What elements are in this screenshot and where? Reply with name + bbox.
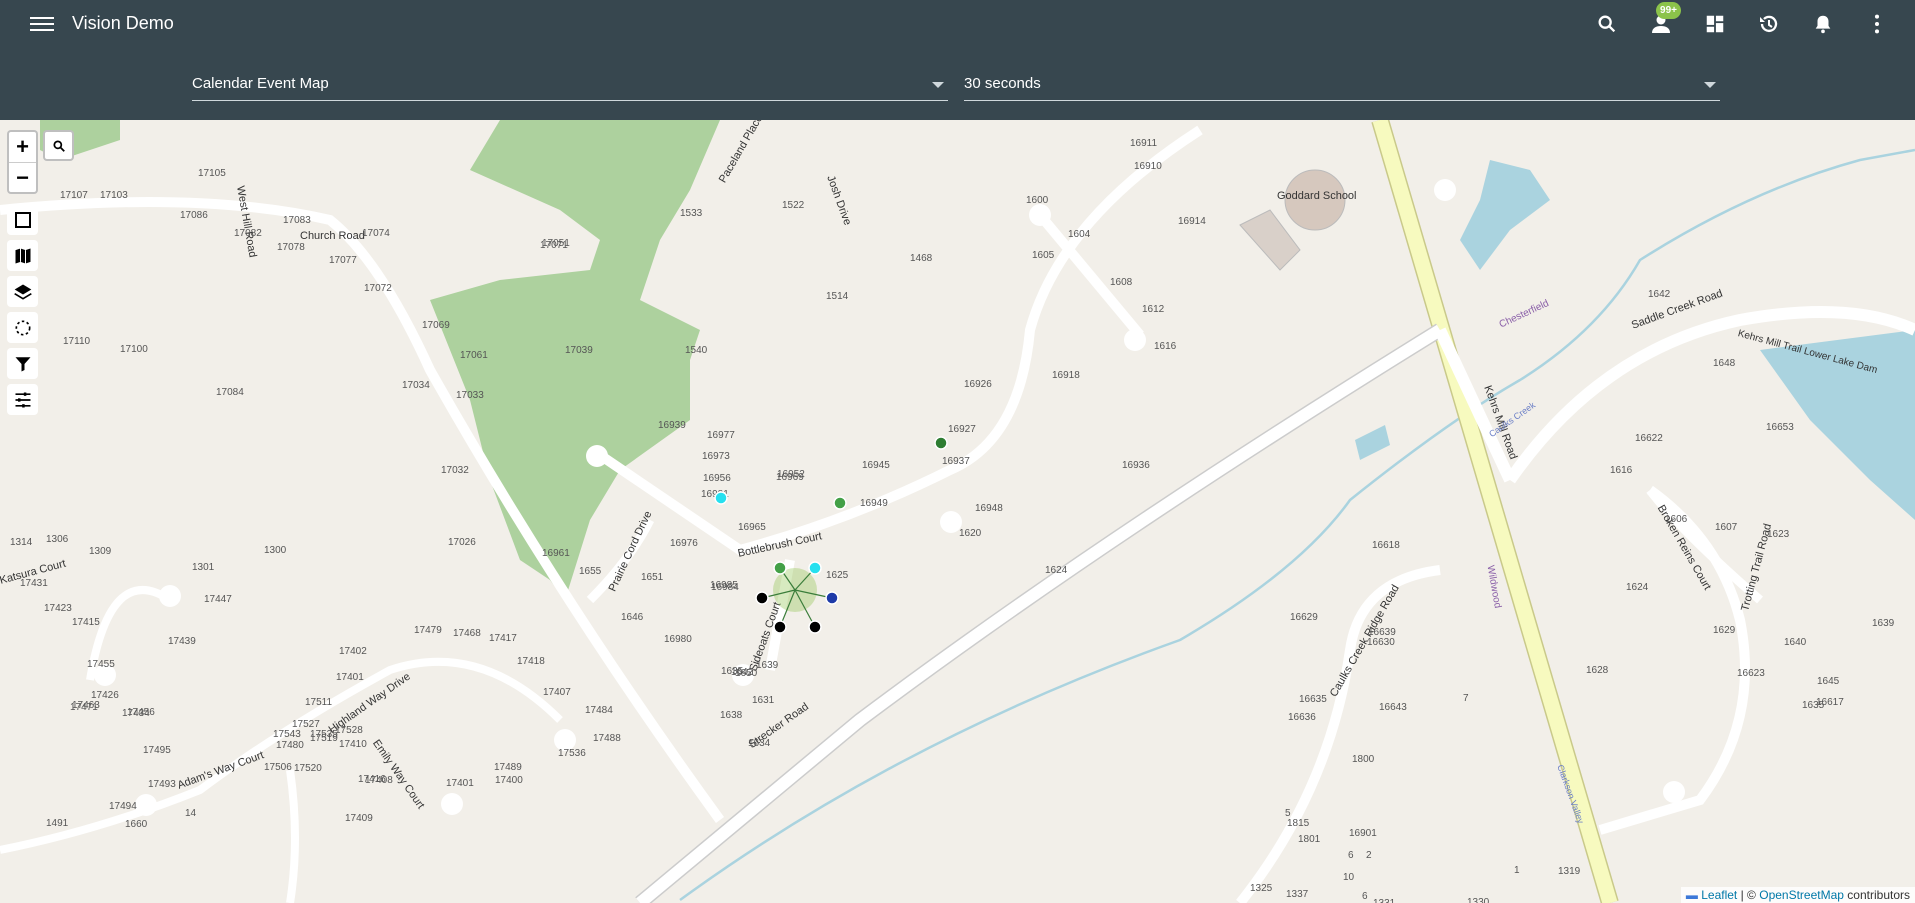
- user-icon[interactable]: 99+: [1643, 2, 1681, 38]
- more-vert-icon[interactable]: [1859, 10, 1895, 38]
- search-icon[interactable]: [1589, 10, 1625, 38]
- layers-button[interactable]: [7, 276, 38, 307]
- event-marker[interactable]: [808, 561, 822, 575]
- lasso-select-button[interactable]: [7, 312, 38, 343]
- bell-icon[interactable]: [1805, 10, 1841, 38]
- event-marker[interactable]: [773, 620, 787, 634]
- event-marker[interactable]: [808, 620, 822, 634]
- event-marker[interactable]: [714, 491, 728, 505]
- map-search-button[interactable]: [43, 130, 74, 161]
- event-marker[interactable]: [833, 496, 847, 510]
- settings-sliders-button[interactable]: [7, 384, 38, 415]
- zoom-out-button[interactable]: −: [9, 163, 36, 193]
- chevron-down-icon: [932, 82, 944, 88]
- filter-icon: [15, 356, 30, 371]
- event-marker[interactable]: [755, 591, 769, 605]
- filter-button[interactable]: [7, 348, 38, 379]
- lasso-icon: [15, 320, 30, 335]
- attribution-separator: | ©: [1740, 888, 1756, 902]
- map-view[interactable]: Church Road Bottlebrush Court Strecker Roa…: [0, 120, 1915, 903]
- square-icon: [14, 211, 31, 228]
- flag-icon: ▬: [1685, 888, 1698, 902]
- notification-badge: 99+: [1656, 2, 1681, 19]
- event-marker[interactable]: [934, 436, 948, 450]
- history-icon[interactable]: [1751, 10, 1787, 38]
- tune-icon: [15, 392, 30, 407]
- zoom-in-button[interactable]: +: [9, 132, 36, 163]
- leaflet-link[interactable]: Leaflet: [1701, 888, 1737, 902]
- event-marker[interactable]: [825, 591, 839, 605]
- refresh-interval-value: 30 seconds: [964, 75, 1041, 92]
- toolbar-icons: 99+: [1589, 2, 1895, 38]
- layers-icon: [13, 284, 32, 300]
- event-marker[interactable]: [773, 561, 787, 575]
- chevron-down-icon: [1704, 82, 1716, 88]
- draw-rectangle-button[interactable]: [7, 204, 38, 235]
- marker-layer: [714, 436, 948, 634]
- basemap-button[interactable]: [7, 240, 38, 271]
- osm-link[interactable]: OpenStreetMap: [1759, 888, 1844, 902]
- search-icon: [52, 139, 65, 152]
- refresh-interval-select[interactable]: 30 seconds: [964, 70, 1720, 101]
- layout-select-value: Calendar Event Map: [192, 75, 329, 92]
- app-title: Vision Demo: [72, 13, 174, 33]
- layout-select[interactable]: Calendar Event Map: [192, 70, 948, 101]
- map-attribution: ▬ Leaflet | © OpenStreetMap contributors: [1680, 887, 1915, 903]
- map-icon: [15, 248, 30, 263]
- menu-icon[interactable]: [30, 13, 54, 33]
- zoom-control: + −: [7, 130, 38, 194]
- app-bar: Vision Demo 99+ Calendar Event Map 30 se…: [0, 0, 1915, 120]
- dashboard-icon[interactable]: [1697, 10, 1733, 38]
- attribution-contributors: contributors: [1847, 888, 1910, 902]
